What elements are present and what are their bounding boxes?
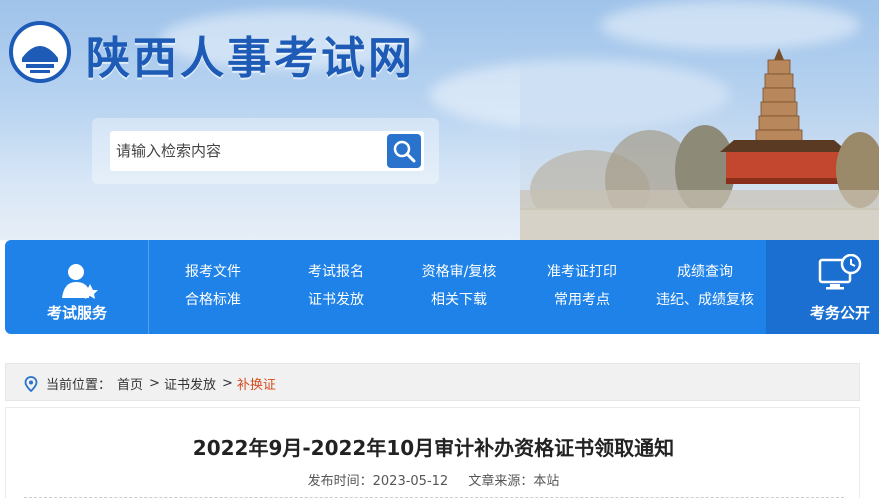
- search-panel: [92, 118, 439, 184]
- nav-link-score-query[interactable]: 成绩查询: [643, 262, 767, 282]
- breadcrumb-home[interactable]: 首页: [117, 374, 143, 393]
- pagoda-scene-image: [520, 40, 879, 240]
- nav-link-qualification-review[interactable]: 资格审/复核: [397, 262, 521, 282]
- nav-link-downloads[interactable]: 相关下载: [397, 290, 521, 310]
- search-input[interactable]: [110, 131, 380, 171]
- breadcrumb-certificate[interactable]: 证书发放: [164, 374, 216, 393]
- article-panel: 2022年9月-2022年10月审计补办资格证书领取通知 发布时间：2023-0…: [5, 407, 860, 498]
- breadcrumb: 当前位置： 首页 > 证书发放 > 补换证: [5, 363, 860, 401]
- nav-exam-service-label: 考试服务: [46, 304, 107, 322]
- search-button[interactable]: [387, 134, 421, 168]
- publish-date: 发布时间：2023-05-12: [307, 474, 449, 489]
- nav-link-admission-ticket[interactable]: 准考证打印: [520, 262, 644, 282]
- pagoda-logo-icon[interactable]: [8, 20, 72, 84]
- nav-exam-affairs-label: 考务公开: [810, 304, 871, 322]
- nav-column: 准考证打印 常用考点: [520, 240, 644, 334]
- search-box: [110, 131, 424, 171]
- breadcrumb-prefix: 当前位置：: [46, 378, 112, 393]
- nav-link-score-review[interactable]: 违纪、成绩复核: [643, 290, 767, 310]
- main-nav: 考试服务 报考文件 合格标准 考试报名 证书发放 资格审/复核 相关下载 准考证…: [5, 240, 879, 334]
- nav-column: 成绩查询 违纪、成绩复核: [643, 240, 767, 334]
- breadcrumb-current[interactable]: 补换证: [237, 374, 276, 393]
- nav-exam-service[interactable]: 考试服务: [5, 240, 149, 334]
- breadcrumb-separator: >: [149, 376, 160, 391]
- nav-column: 报考文件 合格标准: [151, 240, 275, 334]
- nav-column: 资格审/复核 相关下载: [397, 240, 521, 334]
- search-icon: [393, 140, 416, 163]
- nav-link-certificate[interactable]: 证书发放: [274, 290, 398, 310]
- location-pin-icon: [24, 375, 38, 392]
- nav-exam-affairs[interactable]: 考务公开: [766, 240, 879, 334]
- monitor-clock-icon: [818, 254, 862, 290]
- user-service-icon: [62, 264, 98, 299]
- nav-link-pass-standard[interactable]: 合格标准: [151, 290, 275, 310]
- site-title[interactable]: 陕西人事考试网: [86, 22, 415, 86]
- header-banner: 陕西人事考试网: [0, 0, 879, 240]
- nav-link-exam-docs[interactable]: 报考文件: [151, 262, 275, 282]
- breadcrumb-separator: >: [221, 376, 233, 391]
- article-source: 文章来源：本站: [468, 474, 560, 489]
- article-meta: 发布时间：2023-05-12 文章来源：本站: [6, 470, 861, 489]
- nav-link-registration[interactable]: 考试报名: [274, 262, 398, 282]
- article-title: 2022年9月-2022年10月审计补办资格证书领取通知: [192, 436, 675, 460]
- breadcrumb-trail: 当前位置： 首页 > 证书发放 > 补换证: [24, 374, 278, 393]
- nav-column: 考试报名 证书发放: [274, 240, 398, 334]
- nav-link-exam-sites[interactable]: 常用考点: [520, 290, 644, 310]
